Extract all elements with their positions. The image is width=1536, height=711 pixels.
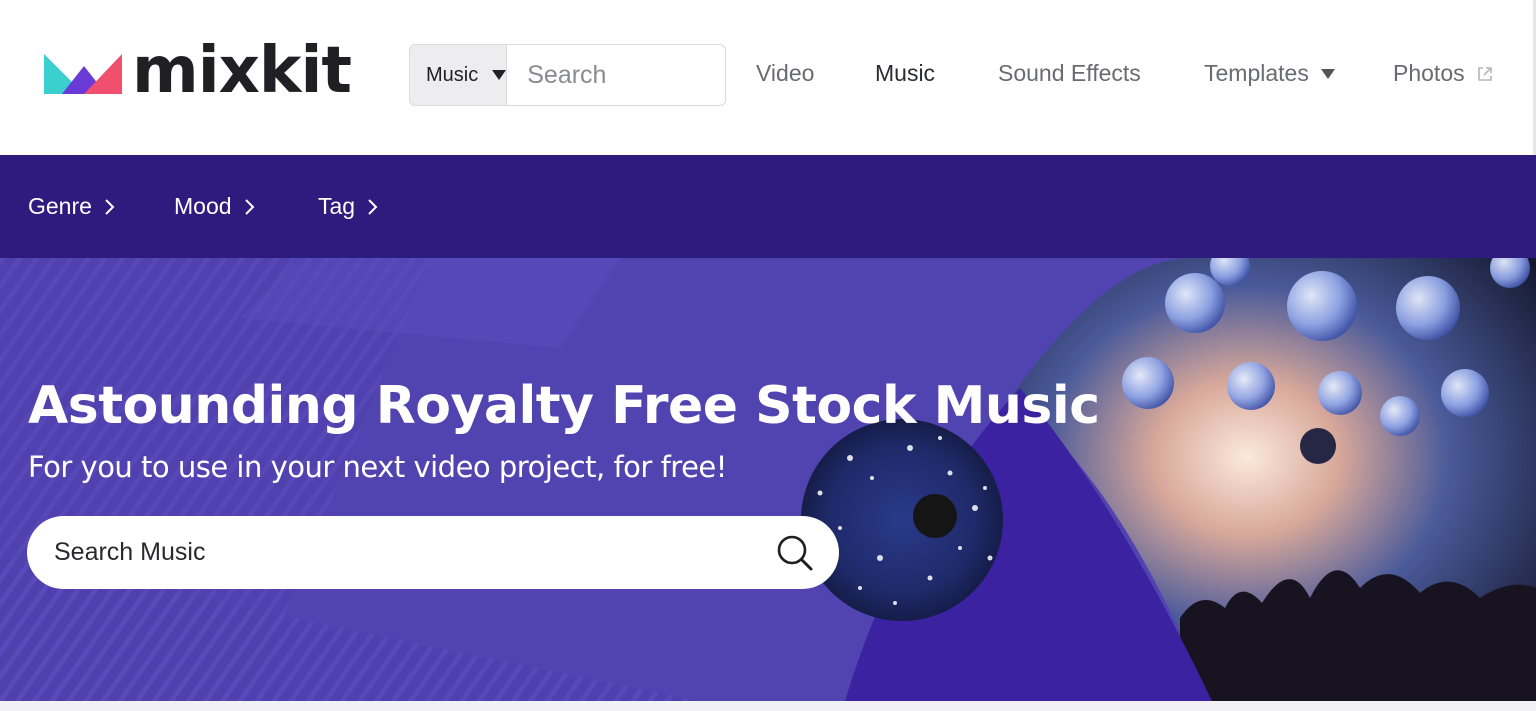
logo-wordmark: mixkit: [132, 34, 352, 108]
external-link-icon: [1477, 66, 1492, 81]
nav-music[interactable]: Music: [875, 60, 935, 87]
mixkit-logo-mark-icon: [44, 54, 122, 94]
hero-search-input[interactable]: [27, 516, 751, 589]
nav-templates-label: Templates: [1204, 60, 1309, 86]
site-header: mixkit Music Video Music Sound Effects T…: [0, 0, 1536, 155]
nav-video[interactable]: Video: [756, 60, 814, 87]
category-tag[interactable]: Tag: [318, 193, 378, 220]
hero-title: Astounding Royalty Free Stock Music: [28, 376, 1100, 436]
hero-subtitle: For you to use in your next video projec…: [28, 450, 727, 484]
nav-music-label: Music: [875, 60, 936, 86]
page-divider: [0, 701, 1536, 711]
hero-banner: Astounding Royalty Free Stock Music For …: [0, 258, 1536, 701]
hero-search-button[interactable]: [751, 516, 839, 589]
nav-photos[interactable]: Photos: [1393, 60, 1493, 87]
category-bar: Genre Mood Tag: [0, 155, 1536, 258]
nav-sound-effects[interactable]: Sound Effects: [998, 60, 1141, 87]
chevron-right-icon: [244, 198, 254, 215]
hero-search-bar: [27, 516, 839, 589]
nav-video-label: Video: [756, 60, 815, 86]
category-genre-label: Genre: [28, 193, 92, 219]
header-search-input[interactable]: [507, 45, 725, 105]
chevron-right-icon: [105, 198, 115, 215]
category-mood-label: Mood: [174, 193, 232, 219]
search-icon: [777, 535, 813, 570]
search-category-select[interactable]: Music: [410, 45, 508, 105]
chevron-down-icon: [1320, 68, 1335, 79]
category-mood[interactable]: Mood: [174, 193, 255, 220]
chevron-right-icon: [368, 198, 378, 215]
nav-sound-effects-label: Sound Effects: [998, 60, 1141, 86]
mixkit-logo[interactable]: mixkit: [44, 34, 352, 112]
category-genre[interactable]: Genre: [28, 193, 115, 220]
nav-photos-label: Photos: [1393, 60, 1465, 86]
nav-templates[interactable]: Templates: [1204, 60, 1335, 87]
header-search: Music: [409, 44, 726, 106]
chevron-down-icon: [492, 70, 507, 80]
search-category-label: Music: [426, 63, 479, 86]
category-tag-label: Tag: [318, 193, 356, 219]
